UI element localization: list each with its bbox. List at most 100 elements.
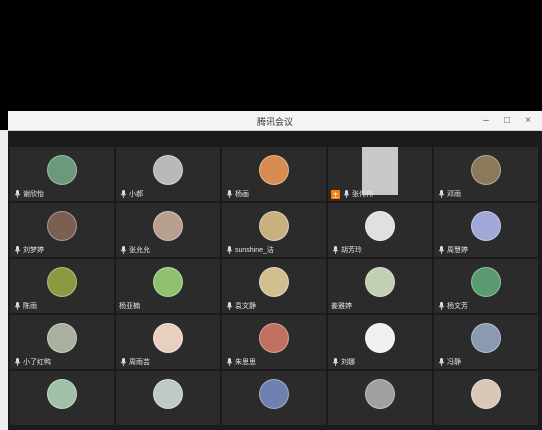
microphone-icon (331, 246, 339, 254)
microphone-icon (225, 302, 233, 310)
participant-name: 杨画 (235, 191, 249, 198)
avatar (471, 323, 501, 353)
nameplate: 冯静 (437, 357, 461, 367)
nameplate: 袁文静 (225, 301, 256, 311)
participant-tile[interactable] (116, 371, 220, 425)
minimize-button[interactable]: – (480, 113, 492, 127)
participant-tile[interactable]: 杨文芳 (434, 259, 538, 313)
title-bar[interactable]: 腾讯会议 – □ × (8, 111, 542, 131)
participant-name: 刘娜 (341, 359, 355, 366)
participant-name: 陈雨 (23, 303, 37, 310)
avatar (259, 211, 289, 241)
participant-name: 邓雨 (447, 191, 461, 198)
close-button[interactable]: × (522, 113, 534, 127)
nameplate: 主 张伟伟 (331, 189, 373, 199)
avatar (47, 267, 77, 297)
participant-tile[interactable]: 小了红鸭 (10, 315, 114, 369)
nameplate: 小了红鸭 (13, 357, 51, 367)
microphone-icon (225, 190, 233, 198)
desktop-edge (0, 130, 8, 430)
avatar (47, 155, 77, 185)
participant-name: 朱思思 (235, 359, 256, 366)
participant-tile[interactable]: 杨亚楠 (116, 259, 220, 313)
microphone-icon (119, 190, 127, 198)
avatar (365, 323, 395, 353)
participant-tile[interactable] (328, 371, 432, 425)
avatar (47, 211, 77, 241)
nameplate: 朱思思 (225, 357, 256, 367)
avatar (259, 323, 289, 353)
microphone-icon (437, 246, 445, 254)
participant-name: 杨亚楠 (119, 303, 140, 310)
participant-tile[interactable]: 陈雨 (10, 259, 114, 313)
participant-tile[interactable]: 主 张伟伟 (328, 147, 432, 201)
microphone-icon (13, 246, 21, 254)
microphone-icon (13, 302, 21, 310)
participant-tile[interactable] (222, 371, 326, 425)
participant-name: 小了红鸭 (23, 359, 51, 366)
nameplate: 杨画 (225, 189, 249, 199)
microphone-icon (13, 358, 21, 366)
microphone-icon (331, 358, 339, 366)
microphone-icon (13, 190, 21, 198)
participant-tile[interactable]: 小郝 (116, 147, 220, 201)
nameplate: 姜雅婷 (331, 301, 352, 311)
participant-tile[interactable]: 杨画 (222, 147, 326, 201)
microphone-icon (119, 358, 127, 366)
avatar (259, 267, 289, 297)
nameplate: 小郝 (119, 189, 143, 199)
avatar (153, 267, 183, 297)
avatar (471, 267, 501, 297)
participant-tile[interactable] (10, 371, 114, 425)
participant-tile[interactable]: 刘梦婷 (10, 203, 114, 257)
participant-name: 小郝 (129, 191, 143, 198)
avatar (471, 379, 501, 409)
participant-tile[interactable]: 胡芳玲 (328, 203, 432, 257)
avatar (153, 379, 183, 409)
nameplate: 谢欣怡 (13, 189, 44, 199)
nameplate: sunshine_洁 (225, 245, 274, 255)
participant-tile[interactable]: 周雨芸 (116, 315, 220, 369)
participant-tile[interactable]: 冯静 (434, 315, 538, 369)
participant-name: 袁文静 (235, 303, 256, 310)
participant-name: 杨文芳 (447, 303, 468, 310)
avatar (259, 155, 289, 185)
avatar (47, 323, 77, 353)
participant-tile[interactable]: 袁文静 (222, 259, 326, 313)
participant-name: 张允允 (129, 247, 150, 254)
participant-name: 刘梦婷 (23, 247, 44, 254)
participant-name: 胡芳玲 (341, 247, 362, 254)
window-controls: – □ × (480, 113, 534, 127)
maximize-button[interactable]: □ (501, 113, 513, 127)
participant-tile[interactable]: 刘娜 (328, 315, 432, 369)
microphone-icon (342, 190, 350, 198)
microphone-icon (225, 246, 233, 254)
avatar (471, 155, 501, 185)
nameplate: 陈雨 (13, 301, 37, 311)
avatar (259, 379, 289, 409)
participant-name: 张伟伟 (352, 191, 373, 198)
participant-tile[interactable]: 周慧婷 (434, 203, 538, 257)
nameplate: 刘梦婷 (13, 245, 44, 255)
participant-tile[interactable]: 邓雨 (434, 147, 538, 201)
participant-tile[interactable]: sunshine_洁 (222, 203, 326, 257)
avatar (153, 323, 183, 353)
participant-name: 姜雅婷 (331, 303, 352, 310)
participant-name: 谢欣怡 (23, 191, 44, 198)
host-badge-icon: 主 (331, 189, 340, 199)
nameplate: 杨文芳 (437, 301, 468, 311)
participant-tile[interactable]: 朱思思 (222, 315, 326, 369)
microphone-icon (437, 302, 445, 310)
avatar (365, 211, 395, 241)
microphone-icon (437, 190, 445, 198)
participant-tile[interactable] (434, 371, 538, 425)
participant-tile[interactable]: 张允允 (116, 203, 220, 257)
nameplate: 周雨芸 (119, 357, 150, 367)
participant-tile[interactable]: 姜雅婷 (328, 259, 432, 313)
nameplate: 胡芳玲 (331, 245, 362, 255)
meeting-window: 腾讯会议 – □ × 谢欣怡 小郝 杨画 主 张伟伟 邓雨刘梦婷 张允允 sunshine_洁… (8, 111, 542, 430)
participant-tile[interactable]: 谢欣怡 (10, 147, 114, 201)
avatar (153, 155, 183, 185)
participant-grid: 谢欣怡 小郝 杨画 主 张伟伟 邓雨刘梦婷 张允允 sunshine_洁 胡芳玲 周慧婷陈雨 杨亚楠… (10, 147, 540, 425)
participant-name: 冯静 (447, 359, 461, 366)
